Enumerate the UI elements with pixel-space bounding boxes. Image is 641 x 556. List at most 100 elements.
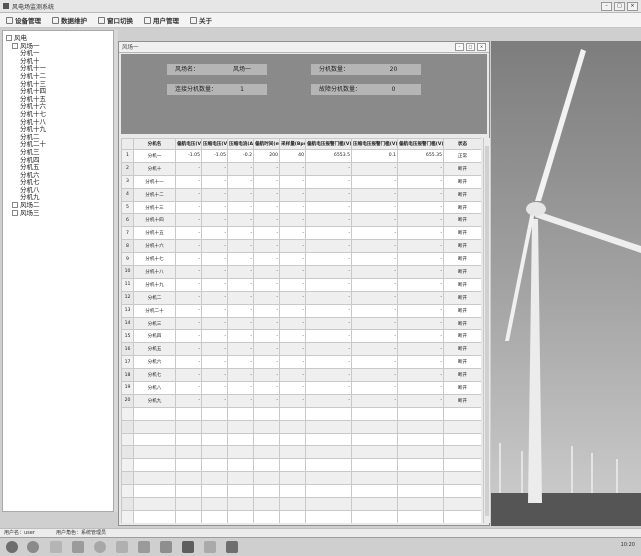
row-index[interactable]: 7 [121,226,134,241]
table-cell[interactable]: 分机十六 [133,239,176,254]
row-index[interactable]: 18 [121,368,134,383]
table-cell[interactable]: - [253,393,280,408]
table-cell[interactable]: - [175,277,202,292]
table-cell[interactable]: - [227,161,254,176]
browser-icon[interactable] [27,541,39,553]
table-cell[interactable]: - [201,290,228,305]
table-cell[interactable]: 200 [253,149,280,163]
table-cell[interactable]: 6553.5 [305,149,352,163]
expand-icon[interactable] [12,209,18,216]
table-row[interactable]: 15 分机四 - - - - - - - - 断开 [121,329,481,344]
table-cell[interactable]: - [397,277,444,292]
table-cell[interactable]: 0.1 [351,149,398,163]
table-cell[interactable]: - [227,277,254,292]
table-cell[interactable]: - [397,174,444,189]
table-cell[interactable]: - [397,329,444,344]
table-cell[interactable]: - [175,381,202,395]
column-header[interactable]: 偏航电压报警门槛(V) [305,138,352,150]
table-cell[interactable]: - [253,316,280,331]
row-index[interactable]: 8 [121,239,134,254]
table-cell[interactable]: - [397,265,444,279]
table-cell[interactable]: - [227,226,254,241]
start-icon[interactable] [6,541,18,553]
table-cell[interactable]: - [351,265,398,279]
table-cell[interactable]: - [279,316,306,331]
table-row[interactable]: 16 分机五 - - - - - - - - 断开 [121,342,481,357]
table-cell[interactable]: - [397,252,444,267]
row-index[interactable]: 14 [121,316,134,331]
table-cell[interactable]: 分机十四 [133,213,176,228]
status-cell[interactable]: 断开 [443,161,481,176]
column-header[interactable]: 压缩电压(V) [201,138,228,150]
table-row[interactable]: 19 分机八 - - - - - - - - 断开 [121,381,481,395]
status-cell[interactable]: 断开 [443,393,481,408]
table-cell[interactable]: - [175,265,202,279]
table-cell[interactable]: - [201,368,228,383]
table-cell[interactable]: - [305,290,352,305]
table-row[interactable]: 9 分机十七 - - - - - - - - 断开 [121,252,481,267]
table-cell[interactable]: - [253,213,280,228]
row-index[interactable]: 16 [121,342,134,357]
column-header[interactable]: 采样量(Bps) [279,138,306,150]
row-index[interactable]: 10 [121,265,134,279]
table-cell[interactable]: - [227,303,254,318]
column-header[interactable]: 分机名 [133,138,176,150]
status-cell[interactable]: 断开 [443,252,481,267]
table-row[interactable]: 18 分机七 - - - - - - - - 断开 [121,368,481,383]
table-cell[interactable]: - [305,303,352,318]
table-cell[interactable]: - [201,252,228,267]
table-cell[interactable]: - [201,316,228,331]
scroll-thumb[interactable] [485,146,489,516]
status-cell[interactable]: 断开 [443,174,481,189]
row-index[interactable]: 6 [121,213,134,228]
table-cell[interactable]: - [253,329,280,344]
table-cell[interactable]: 分机四 [133,329,176,344]
table-cell[interactable]: - [397,226,444,241]
table-cell[interactable]: - [279,381,306,395]
table-cell[interactable]: - [279,239,306,254]
row-index[interactable]: 17 [121,355,134,370]
status-cell[interactable]: 断开 [443,342,481,357]
table-cell[interactable]: 分机十五 [133,226,176,241]
table-cell[interactable]: 分机三 [133,316,176,331]
table-row[interactable]: 10 分机十八 - - - - - - - - 断开 [121,265,481,279]
status-cell[interactable]: 断开 [443,316,481,331]
table-cell[interactable]: - [351,368,398,383]
table-cell[interactable]: 分机五 [133,342,176,357]
table-cell[interactable]: - [175,213,202,228]
table-cell[interactable]: - [351,303,398,318]
app-icon[interactable] [138,541,150,553]
table-cell[interactable]: - [227,252,254,267]
table-cell[interactable]: - [175,393,202,408]
window-icon[interactable] [226,541,238,553]
inner-close-button[interactable]: × [477,43,486,51]
table-cell[interactable]: - [279,342,306,357]
table-cell[interactable]: - [279,277,306,292]
table-cell[interactable]: - [351,355,398,370]
status-cell[interactable]: 断开 [443,329,481,344]
row-index[interactable]: 13 [121,303,134,318]
table-cell[interactable]: - [305,239,352,254]
table-cell[interactable]: - [253,277,280,292]
status-cell[interactable]: 断开 [443,355,481,370]
table-cell[interactable]: - [201,174,228,189]
table-row[interactable]: 13 分机二十 - - - - - - - - 断开 [121,303,481,318]
row-index[interactable]: 4 [121,187,134,202]
table-cell[interactable]: - [175,187,202,202]
column-header[interactable]: 压缩电流(A) [227,138,254,150]
status-cell[interactable]: 断开 [443,303,481,318]
table-cell[interactable]: - [279,226,306,241]
table-cell[interactable]: - [351,226,398,241]
menu-item-user[interactable]: 用户管理 [144,15,179,25]
table-cell[interactable]: - [305,174,352,189]
table-cell[interactable]: - [397,200,444,215]
table-row[interactable]: 17 分机六 - - - - - - - - 断开 [121,355,481,370]
table-cell[interactable]: - [201,277,228,292]
table-cell[interactable]: - [397,316,444,331]
table-cell[interactable]: - [351,213,398,228]
table-cell[interactable]: - [305,381,352,395]
row-index[interactable]: 1 [121,149,134,163]
table-cell[interactable]: - [227,239,254,254]
table-cell[interactable]: - [279,200,306,215]
table-cell[interactable]: - [175,200,202,215]
